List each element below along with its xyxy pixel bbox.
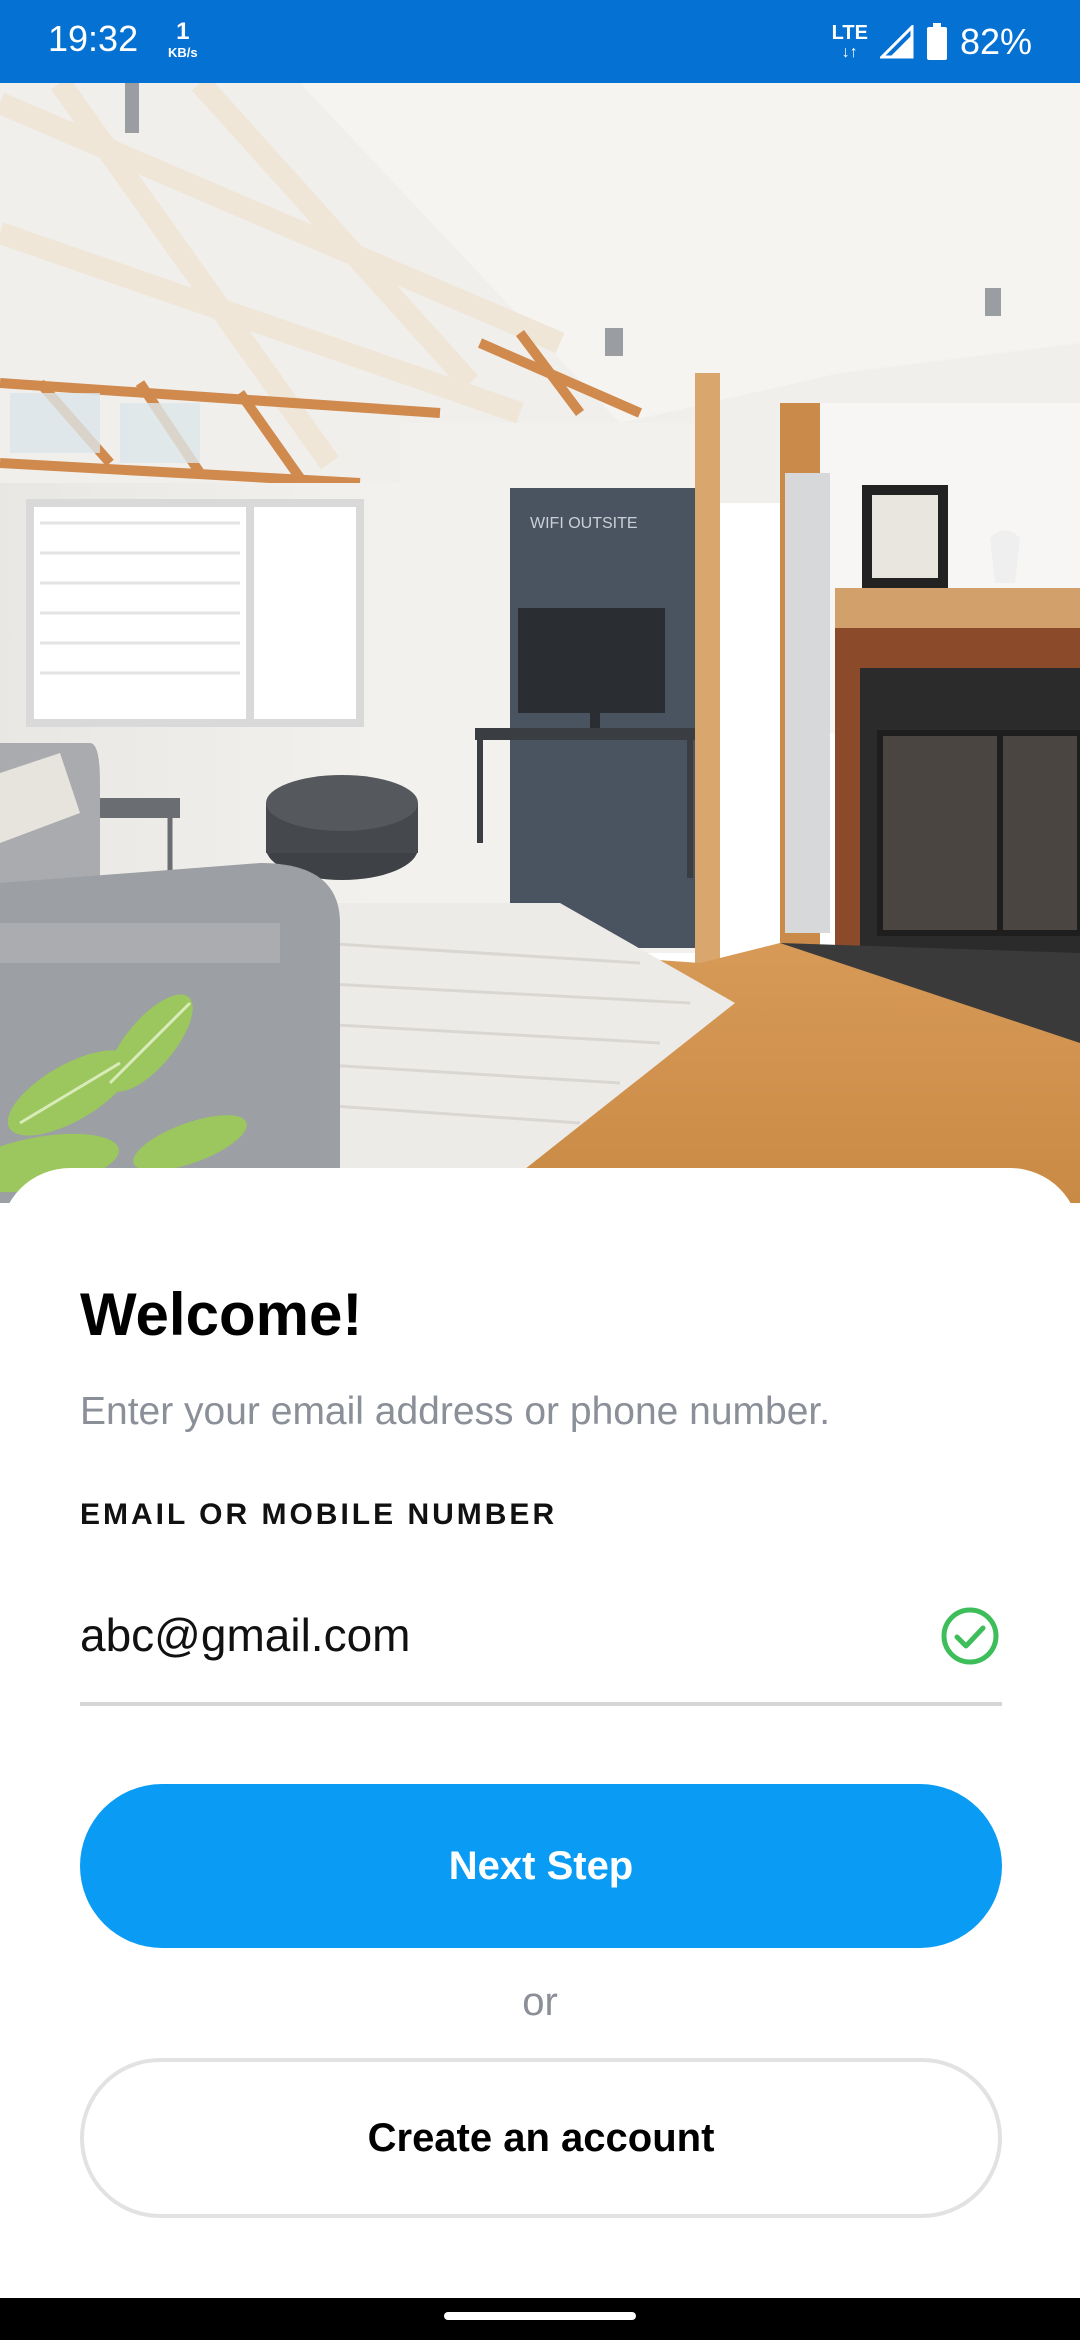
- page-subtitle: Enter your email address or phone number…: [80, 1390, 831, 1433]
- next-step-button[interactable]: Next Step: [80, 1784, 1002, 1948]
- page-title: Welcome!: [80, 1281, 363, 1348]
- or-divider: or: [522, 1980, 558, 2024]
- sign-text: WIFI OUTSITE: [530, 515, 638, 532]
- status-time: 19:32: [48, 18, 139, 59]
- status-bar: 19:32 1 KB/s LTE ↓↑ 82%: [0, 0, 1080, 83]
- signal-icon: [879, 25, 914, 59]
- login-sheet: Welcome! Enter your email address or pho…: [0, 1168, 1080, 2298]
- home-gesture-handle[interactable]: [444, 2312, 636, 2320]
- status-icons: LTE ↓↑ 82%: [832, 18, 1032, 66]
- battery-icon: [926, 23, 947, 60]
- hero-room-image: WIFI OUTSITE: [0, 83, 1080, 1203]
- room-illustration: WIFI OUTSITE: [0, 83, 1080, 1203]
- network-speed: 1 KB/s: [168, 18, 198, 60]
- battery-percent: 82%: [959, 21, 1032, 62]
- email-field[interactable]: abc@gmail.com: [80, 1588, 1002, 1706]
- network-type: LTE: [831, 21, 868, 44]
- check-circle-icon: [941, 1607, 999, 1665]
- email-field-label: EMAIL OR MOBILE NUMBER: [80, 1498, 558, 1531]
- network-speed-value: 1: [176, 18, 190, 45]
- navigation-bar: [0, 2298, 1080, 2340]
- network-speed-unit: KB/s: [168, 45, 198, 60]
- email-field-value[interactable]: abc@gmail.com: [80, 1608, 410, 1662]
- lte-icon: LTE ↓↑: [831, 21, 868, 61]
- create-account-button[interactable]: Create an account: [80, 2058, 1002, 2218]
